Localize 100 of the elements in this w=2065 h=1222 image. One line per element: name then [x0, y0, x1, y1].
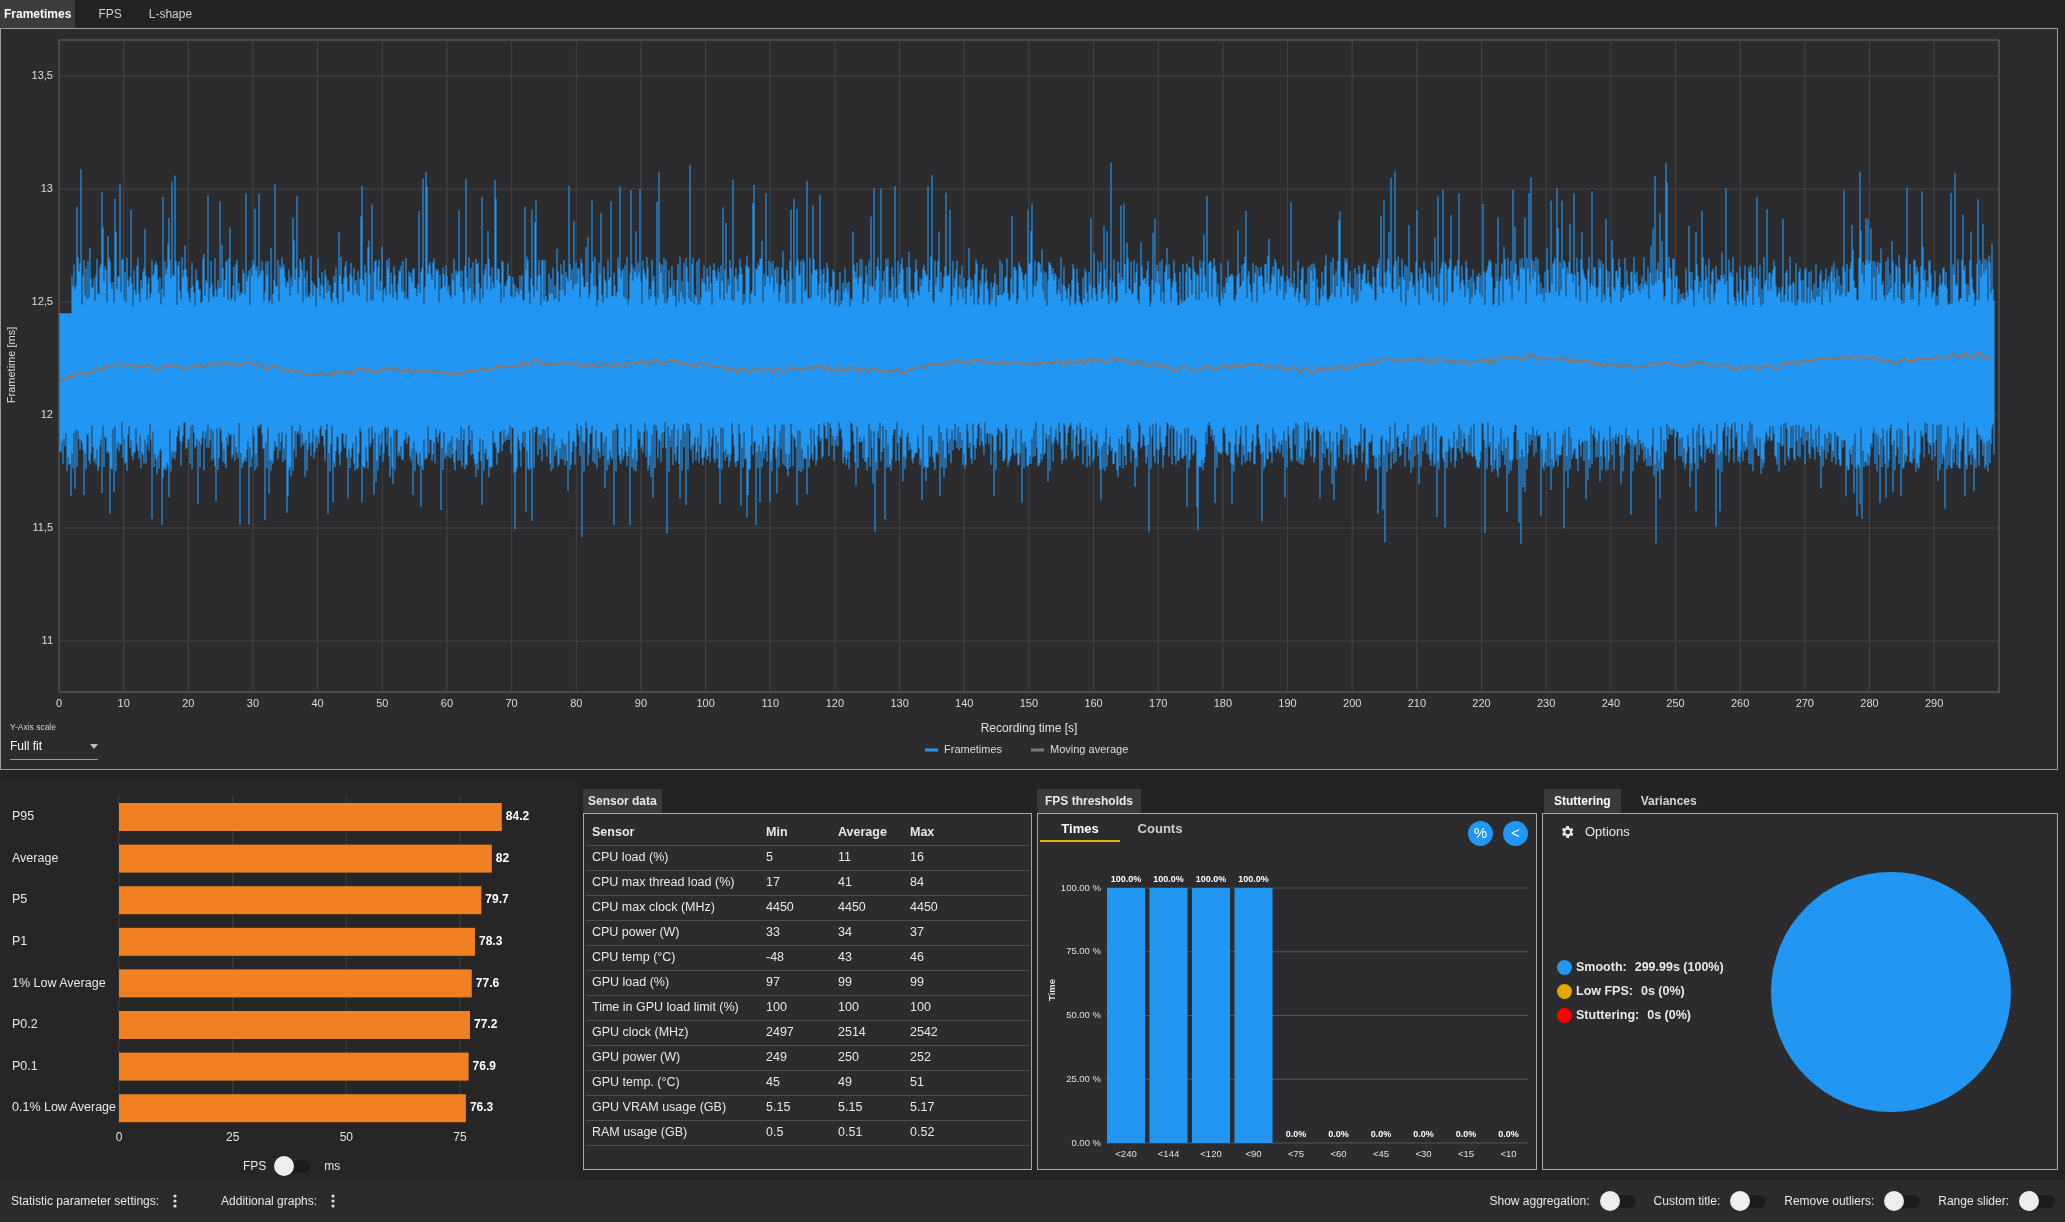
table-cell: 37 — [904, 920, 1029, 945]
axis-tick-label: 170 — [1149, 697, 1168, 709]
axis-tick-label: 20 — [182, 697, 195, 709]
table-cell: 45 — [760, 1070, 832, 1095]
axis-tick-label: 25.00 % — [1066, 1072, 1101, 1084]
toggle-label: Custom title: — [1653, 1193, 1721, 1210]
table-cell: RAM usage (GB) — [586, 1120, 760, 1145]
category-label: <60 — [1330, 1148, 1347, 1159]
toggle-switch[interactable] — [2019, 1191, 2055, 1211]
panel-tab[interactable]: Variances — [1630, 789, 1707, 813]
toggle-switch[interactable] — [1730, 1191, 1767, 1211]
legend-label: Smooth: — [1576, 959, 1627, 977]
toggle-label: Range slider: — [1938, 1193, 2009, 1210]
axis-tick-label: 160 — [1084, 697, 1103, 709]
toggle-label: ms — [324, 1158, 341, 1175]
menu-label: Statistic parameter settings: — [11, 1193, 160, 1210]
axis-tick-label: 50 — [376, 697, 389, 709]
view-tab[interactable]: Frametimes — [0, 0, 76, 28]
value-label: 100.0% — [1110, 874, 1142, 884]
table-cell: 100 — [904, 995, 1029, 1020]
axis-tick-label: 110 — [761, 697, 780, 709]
panel-tab[interactable]: Sensor data — [583, 789, 662, 813]
axis-tick-label: 290 — [1924, 697, 1944, 709]
legend-label: Moving average — [1050, 742, 1129, 755]
category-label: 0.1% Low Average — [12, 1100, 116, 1115]
value-label: 76.3 — [469, 1100, 494, 1115]
category-label: <30 — [1415, 1148, 1432, 1159]
axis-tick-label: 25 — [226, 1130, 240, 1144]
axis-tick-label: 50 — [339, 1130, 353, 1144]
category-label: P5 — [12, 892, 28, 907]
field-label: Y-Axis scale — [10, 721, 57, 734]
table-cell: 0.52 — [904, 1120, 1029, 1145]
table-cell: 97 — [760, 970, 832, 995]
options-button[interactable]: Options — [1585, 822, 1630, 842]
table-cell: CPU max thread load (%) — [586, 870, 760, 895]
axis-tick-label: 75 — [453, 1130, 467, 1144]
scale-dropdown[interactable]: Full fit — [10, 737, 98, 760]
table-cell: 51 — [904, 1070, 1029, 1095]
value-label: 84.2 — [505, 809, 530, 824]
view-tab[interactable]: FPS — [94, 0, 126, 28]
view-tab[interactable]: L-shape — [144, 0, 197, 28]
value-label: 77.6 — [475, 975, 500, 990]
column-header: Sensor — [586, 820, 760, 845]
table-cell: 2497 — [760, 1020, 832, 1045]
toggle-label: Remove outliers: — [1784, 1193, 1875, 1210]
axis-tick-label: 120 — [825, 697, 845, 709]
axis-title: Frametime [ms] — [5, 326, 17, 404]
axis-tick-label: 210 — [1407, 697, 1427, 709]
axis-tick-label: 80 — [570, 697, 583, 709]
table-cell: 17 — [760, 870, 832, 895]
toggle-switch[interactable] — [1884, 1191, 1921, 1211]
table-cell: GPU VRAM usage (GB) — [586, 1095, 760, 1120]
table-cell: 4450 — [832, 895, 904, 920]
value-label: 0.0% — [1498, 1129, 1519, 1139]
table-cell: Time in GPU load limit (%) — [586, 995, 760, 1020]
panel-tab[interactable]: Stuttering — [1544, 789, 1621, 813]
caret-icon — [90, 743, 98, 749]
value-label: 100.0% — [1195, 874, 1227, 884]
legend-value: 299.99s (100%) — [1634, 959, 1724, 977]
axis-tick-label: 140 — [955, 697, 974, 709]
category-label: P0.2 — [12, 1017, 38, 1032]
table-cell: 4450 — [760, 895, 832, 920]
view-tab[interactable]: Times — [1040, 818, 1120, 842]
toggle-switch[interactable] — [274, 1156, 311, 1176]
axis-tick-label: 100.00 % — [1060, 881, 1101, 893]
more-icon[interactable] — [173, 1194, 178, 1208]
value-label: 0.0% — [1455, 1129, 1477, 1139]
value-label: 0.0% — [1413, 1129, 1434, 1139]
column-header: Average — [832, 820, 904, 845]
axis-tick-label: 220 — [1472, 697, 1491, 709]
axis-title: Time — [1046, 979, 1057, 1001]
toggle-label: FPS — [243, 1158, 267, 1175]
table-cell: 5.17 — [904, 1095, 1029, 1120]
axis-tick-label: 0 — [115, 1130, 123, 1144]
table-cell: 43 — [832, 945, 904, 970]
axis-tick-label: 70 — [505, 697, 518, 709]
category-label: <240 — [1115, 1148, 1137, 1159]
table-cell: 100 — [760, 995, 832, 1020]
axis-tick-label: 240 — [1601, 697, 1620, 709]
axis-tick-label: 11 — [41, 633, 53, 646]
category-label: P0.1 — [12, 1058, 38, 1073]
settings-icon[interactable] — [1559, 823, 1575, 840]
table-cell: 249 — [760, 1045, 832, 1070]
table-cell: 49 — [832, 1070, 904, 1095]
axis-tick-label: 0.00 % — [1071, 1136, 1101, 1148]
category-label: <144 — [1157, 1148, 1180, 1159]
table-cell: GPU temp. (°C) — [586, 1070, 760, 1095]
axis-tick-label: 130 — [890, 697, 909, 709]
view-tab[interactable]: Counts — [1120, 818, 1200, 842]
table-cell: GPU load (%) — [586, 970, 760, 995]
axis-tick-label: 30 — [246, 697, 260, 709]
category-label: <90 — [1245, 1148, 1262, 1159]
axis-tick-label: 12 — [40, 407, 53, 420]
table-cell: GPU power (W) — [586, 1045, 760, 1070]
table-cell: 41 — [832, 870, 904, 895]
more-icon[interactable] — [331, 1194, 336, 1208]
axis-title: Recording time [s] — [980, 721, 1078, 735]
axis-tick-label: 200 — [1343, 697, 1362, 709]
panel-tab[interactable]: FPS thresholds — [1037, 789, 1141, 813]
toggle-switch[interactable] — [1599, 1191, 1636, 1211]
